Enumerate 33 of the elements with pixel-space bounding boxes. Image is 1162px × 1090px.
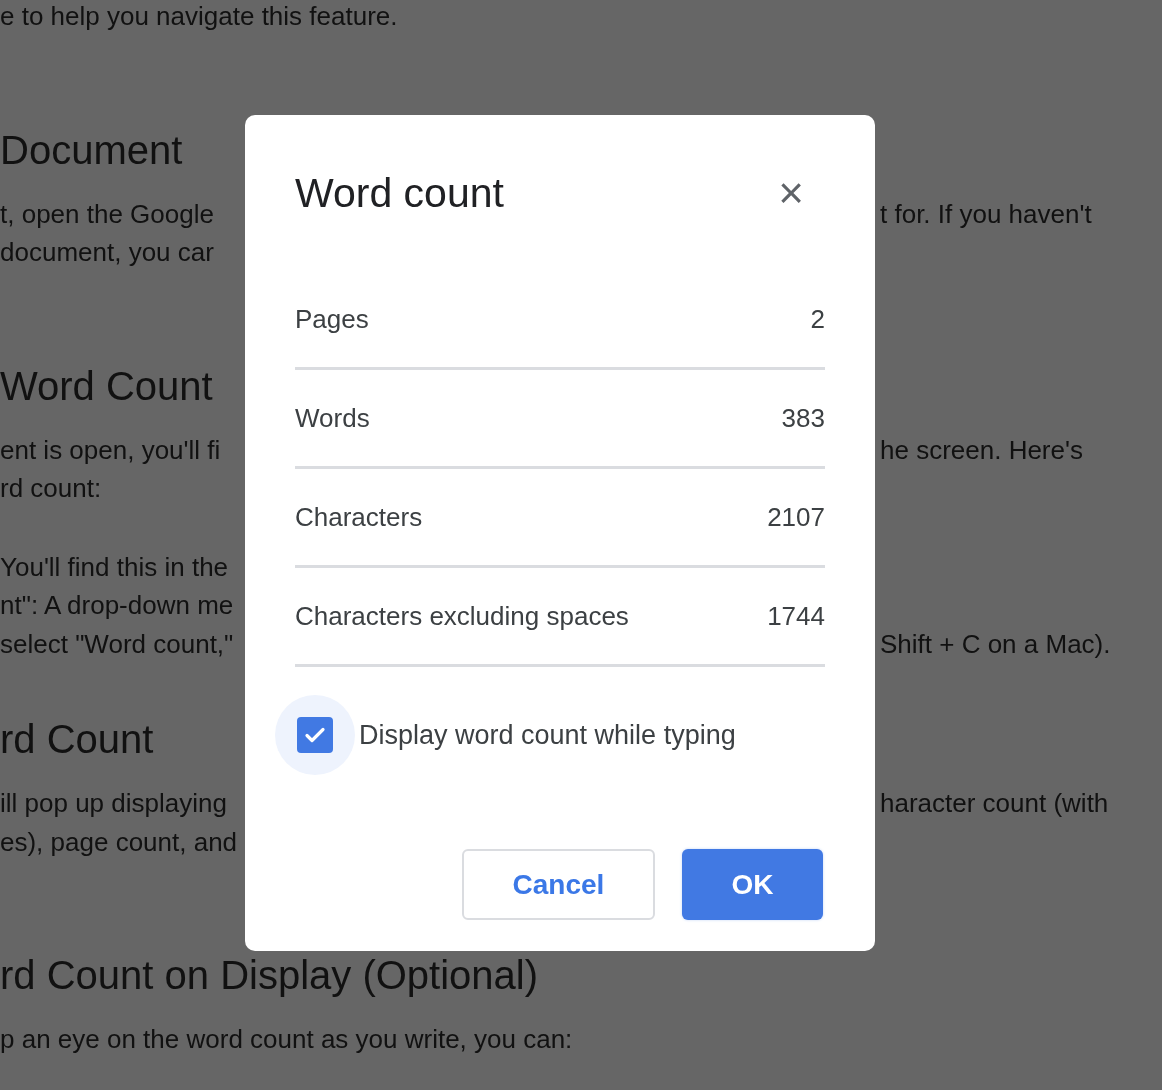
stat-label: Pages (295, 302, 369, 336)
ok-button[interactable]: OK (682, 849, 823, 920)
background-text: Shift + C on a Mac). (880, 630, 1111, 657)
background-text: select "Word count," (0, 630, 234, 657)
cancel-button[interactable]: Cancel (462, 849, 655, 920)
stat-value: 1744 (767, 599, 825, 633)
background-heading: Document (0, 129, 183, 170)
background-text: he screen. Here's (880, 436, 1083, 463)
background-heading: rd Count (0, 719, 154, 759)
stat-value: 2107 (767, 500, 825, 534)
background-text: p an eye on the word count as you write, you can: (0, 1026, 573, 1053)
checkbox-label: Display word count while typing (359, 718, 736, 752)
background-text: haracter count (with (880, 790, 1109, 817)
background-text: rd count: (0, 475, 102, 502)
background-text: You'll find this in the (0, 553, 229, 580)
background-text: ent is open, you'll fi (0, 436, 221, 463)
checkbox[interactable] (297, 717, 333, 753)
stat-value: 2 (810, 302, 825, 336)
background-text: es), page count, and (0, 828, 238, 855)
background-heading: rd Count on Display (Optional) (0, 955, 539, 995)
background-heading: Word Count (0, 365, 213, 406)
background-text: e to help you navigate this feature. (0, 3, 398, 30)
background-text: ill pop up displaying (0, 790, 227, 817)
background-text: nt": A drop-down me (0, 592, 234, 619)
dialog-title: Word count (295, 172, 504, 214)
background-text: t, open the Google (0, 200, 214, 227)
stat-value: 383 (781, 401, 825, 435)
stat-label: Words (295, 401, 370, 435)
close-button[interactable]: × (771, 173, 811, 213)
background-text: t for. If you haven't (880, 200, 1092, 227)
stat-label: Characters (295, 500, 423, 534)
background-text: document, you car (0, 239, 214, 266)
stat-label: Characters excluding spaces (295, 599, 629, 633)
